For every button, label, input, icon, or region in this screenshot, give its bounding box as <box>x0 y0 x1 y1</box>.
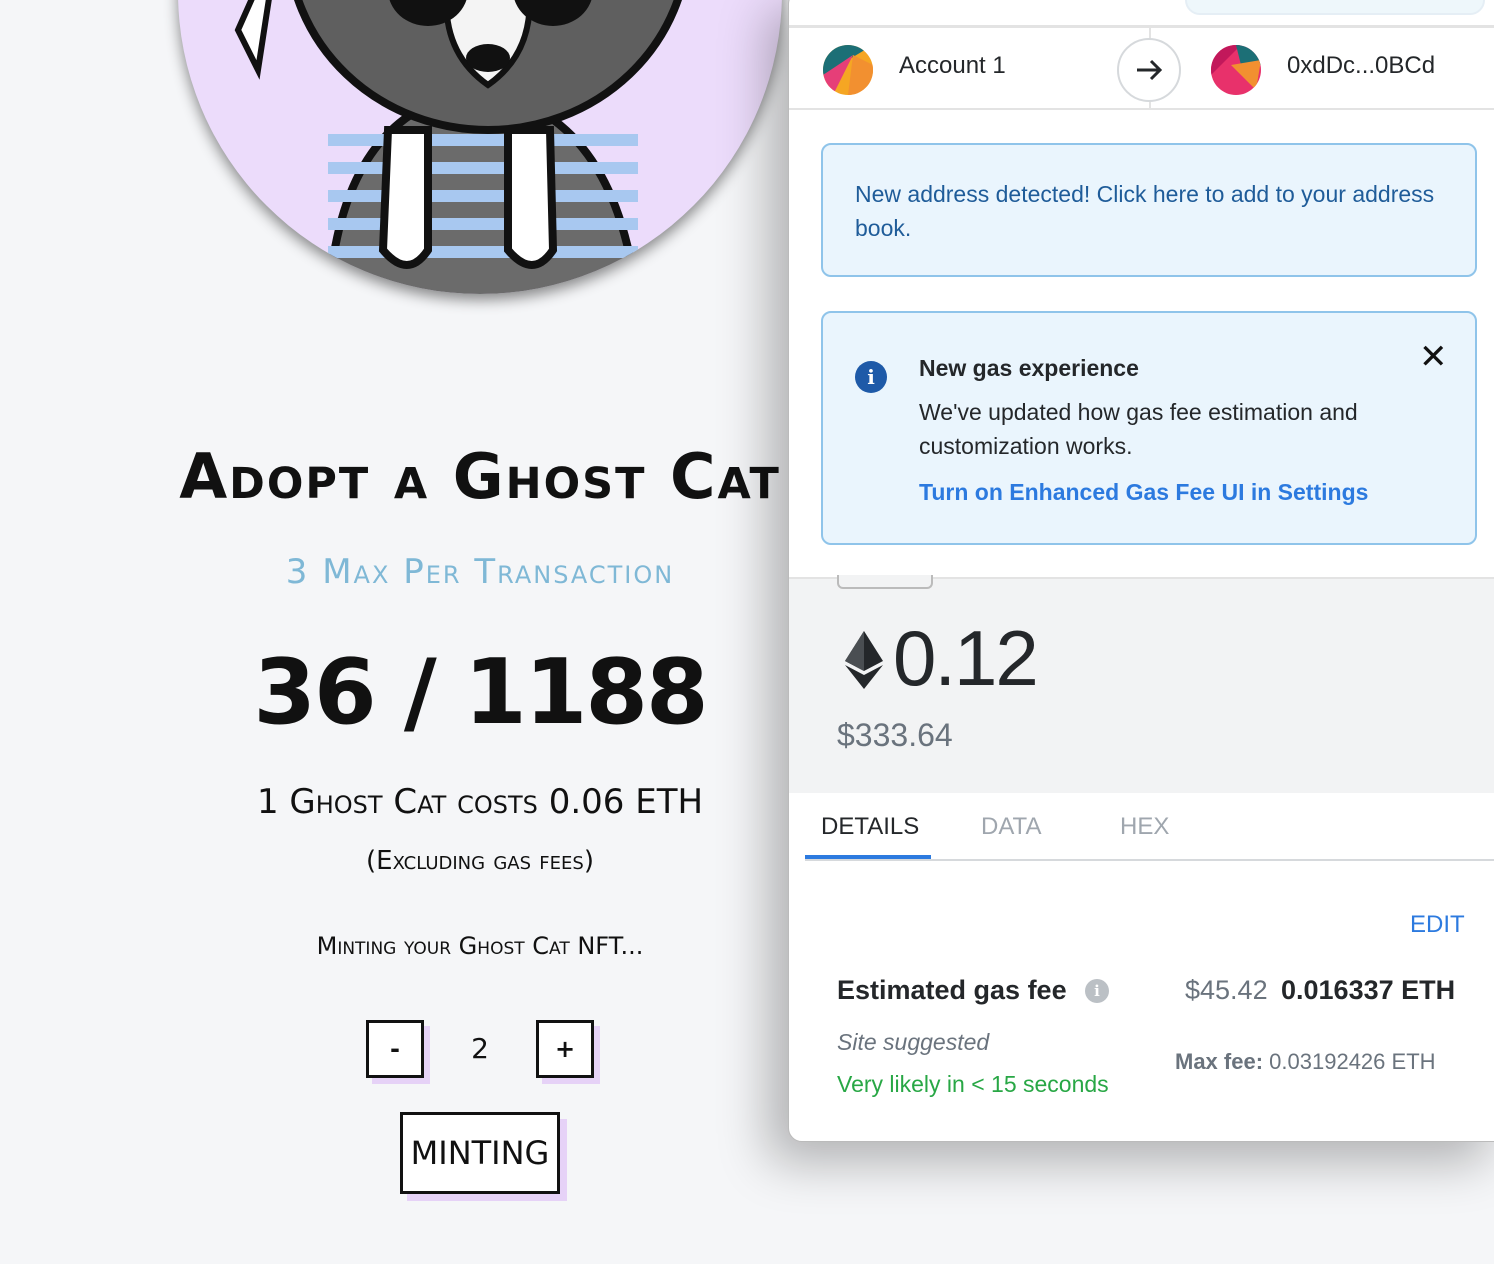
from-account-avatar <box>823 45 873 95</box>
gas-notice-title: New gas experience <box>919 355 1139 381</box>
edit-gas-button[interactable]: EDIT <box>1410 911 1465 939</box>
gas-notice-description: We've updated how gas fee estimation and… <box>919 399 1358 459</box>
tab-details[interactable]: DETAILS <box>821 813 919 841</box>
tab-data[interactable]: DATA <box>981 813 1041 841</box>
gas-fee-fiat: $45.42 <box>1185 975 1268 1005</box>
transaction-tabs: DETAILS DATA HEX <box>805 809 1494 861</box>
increase-quantity-button[interactable]: + <box>536 1020 594 1078</box>
network-pill[interactable] <box>1185 0 1485 15</box>
transaction-amount: 0.12 <box>893 614 1039 702</box>
max-fee-value: 0.03192426 ETH <box>1269 1049 1436 1074</box>
gas-experience-notice: i New gas experience We've updated how g… <box>821 311 1477 545</box>
arrow-right-icon <box>1117 38 1181 102</box>
gas-fee-info-icon[interactable]: i <box>1085 979 1109 1003</box>
gas-fee-eth: 0.016337 ETH <box>1281 975 1456 1005</box>
estimated-gas-fee-label: Estimated gas fee <box>837 975 1067 1005</box>
ethereum-icon <box>845 631 883 689</box>
max-fee: Max fee: 0.03192426 ETH <box>1175 1049 1436 1075</box>
info-icon: i <box>855 361 887 393</box>
enhanced-gas-settings-link[interactable]: Turn on Enhanced Gas Fee UI in Settings <box>919 479 1368 506</box>
new-address-notice[interactable]: New address detected! Click here to add … <box>821 143 1477 277</box>
transaction-amount-fiat: $333.64 <box>837 717 953 753</box>
to-account-avatar <box>1211 45 1261 95</box>
ghost-cat-image <box>178 0 782 294</box>
close-icon[interactable]: ✕ <box>1419 337 1448 377</box>
decrease-quantity-button[interactable]: - <box>366 1020 424 1078</box>
from-account-name[interactable]: Account 1 <box>899 52 1006 80</box>
tab-hex[interactable]: HEX <box>1120 813 1169 841</box>
confirmation-estimate: Very likely in < 15 seconds <box>837 1071 1109 1097</box>
mint-button[interactable]: MINTING <box>400 1112 560 1194</box>
max-fee-label: Max fee: <box>1175 1049 1264 1074</box>
site-suggested-label: Site suggested <box>837 1029 990 1055</box>
amount-tab-stub <box>837 575 933 589</box>
active-tab-indicator <box>805 855 931 859</box>
quantity-value: 2 <box>471 1032 489 1065</box>
to-address[interactable]: 0xdDc...0BCd <box>1287 52 1435 80</box>
metamask-popup: Account 1 0xdDc...0BCd New address detec… <box>788 0 1494 1142</box>
amount-section: 0.12 $333.64 <box>789 575 1494 793</box>
new-address-text[interactable]: New address detected! Click here to add … <box>855 177 1435 245</box>
account-bar: Account 1 0xdDc...0BCd <box>789 28 1494 110</box>
